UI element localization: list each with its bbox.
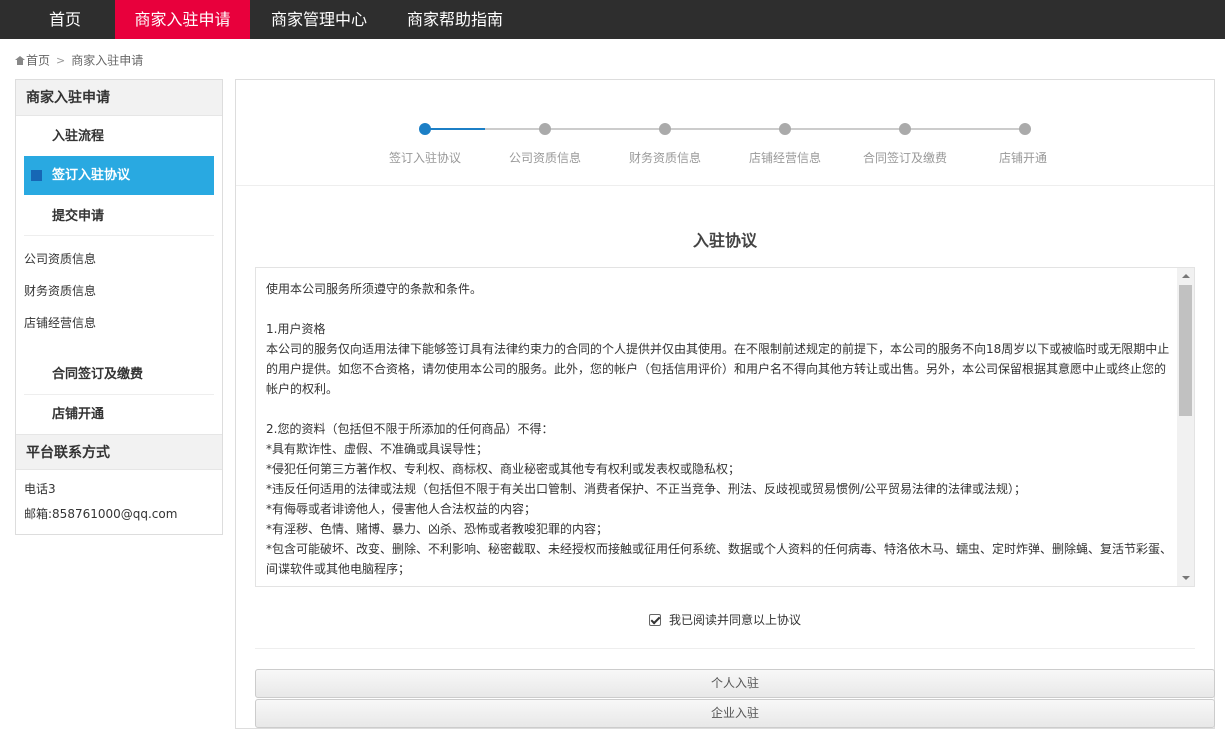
progress-dot-3 <box>659 123 671 135</box>
progress-dot-2 <box>539 123 551 135</box>
sidebar-item-finance-info[interactable]: 财务资质信息 <box>24 282 96 299</box>
agreement-paragraph: *有侮辱或者诽谤他人，侵害他人合法权益的内容； <box>266 502 537 516</box>
progress-label-2: 公司资质信息 <box>508 151 581 165</box>
progress-dot-1 <box>419 123 431 135</box>
contact-phone: 电话3 <box>24 482 56 496</box>
sidebar-section-title: 商家入驻申请 <box>16 80 222 116</box>
sidebar-divider <box>24 235 214 236</box>
progress-steps: 签订入驻协议 公司资质信息 财务资质信息 店铺经营信息 合同签订及缴费 店铺开通 <box>236 80 1214 186</box>
sidebar-step-label: 提交申请 <box>52 209 105 224</box>
progress-dot-4 <box>779 123 791 135</box>
progress-dot-5 <box>899 123 911 135</box>
agreement-blank-line <box>266 399 1172 419</box>
sidebar-step-submit[interactable]: 提交申请 <box>24 197 214 236</box>
nav-item-help-guide[interactable]: 商家帮助指南 <box>393 0 517 39</box>
breadcrumb-current: 商家入驻申请 <box>71 53 144 68</box>
agreement-scrollbar[interactable] <box>1177 268 1194 586</box>
personal-join-button[interactable]: 个人入驻 <box>255 669 1215 698</box>
sidebar-step-label: 店铺开通 <box>52 407 105 422</box>
agree-checkbox[interactable] <box>648 613 661 626</box>
sidebar-step-sign-agreement[interactable]: 签订入驻协议 <box>24 156 214 195</box>
contact-email: 邮箱:858761000@qq.com <box>24 507 178 521</box>
progress-dot-6 <box>1019 123 1031 135</box>
scroll-thumb[interactable] <box>1179 285 1192 416</box>
scroll-down-arrow-icon[interactable] <box>1182 576 1190 580</box>
progress-label-6: 店铺开通 <box>998 151 1047 165</box>
agreement-paragraph: 1.用户资格 <box>266 322 326 336</box>
progress-label-5: 合同签订及缴费 <box>862 151 947 165</box>
breadcrumb: 首页 > 商家入驻申请 <box>15 51 143 69</box>
agree-row: 我已阅读并同意以上协议 <box>236 611 1214 628</box>
sidebar-step-label: 入驻流程 <box>52 129 105 144</box>
agreement-paragraph: 本公司的服务仅向适用法律下能够签订具有法律约束力的合同的个人提供并仅由其使用。在… <box>266 342 1170 396</box>
agreement-paragraph: *有淫秽、色情、赌博、暴力、凶杀、恐怖或者教唆犯罪的内容； <box>266 522 609 536</box>
sidebar-step-label: 签订入驻协议 <box>52 168 131 183</box>
top-nav: 首页 商家入驻申请 商家管理中心 商家帮助指南 <box>0 0 1225 39</box>
breadcrumb-home[interactable]: 首页 <box>26 54 50 68</box>
progress-label-3: 财务资质信息 <box>628 151 701 165</box>
agreement-paragraph: *包含可能破坏、改变、删除、不利影响、秘密截取、未经授权而接触或征用任何系统、数… <box>266 542 1173 576</box>
agreement-paragraph: 使用本公司服务所须遵守的条款和条件。 <box>266 282 483 296</box>
progress-label-1: 签订入驻协议 <box>388 151 461 165</box>
agreement-blank-line <box>266 299 1172 319</box>
sidebar-step-store-open[interactable]: 店铺开通 <box>24 395 214 434</box>
sidebar-item-store-info[interactable]: 店铺经营信息 <box>24 314 96 331</box>
scroll-up-arrow-icon[interactable] <box>1182 274 1190 278</box>
contact-title: 平台联系方式 <box>16 434 222 470</box>
agreement-paragraph: 2.您的资料（包括但不限于所添加的任何商品）不得： <box>266 422 554 436</box>
sidebar-step-label: 合同签订及缴费 <box>52 367 144 382</box>
sidebar-step-process[interactable]: 入驻流程 <box>24 117 214 156</box>
nav-item-merchant-apply[interactable]: 商家入驻申请 <box>115 0 250 39</box>
progress-line <box>485 128 1025 130</box>
agreement-paragraph: *违反任何适用的法律或法规（包括但不限于有关出口管制、消费者保护、不正当竞争、刑… <box>266 482 1027 496</box>
agreement-paragraph: *具有欺诈性、虚假、不准确或具误导性； <box>266 442 489 456</box>
agreement-title: 入驻协议 <box>692 231 757 250</box>
agreement-paragraph: *侵犯任何第三方著作权、专利权、商标权、商业秘密或其他专有权利或发表权或隐私权； <box>266 462 741 476</box>
sidebar-item-company-info[interactable]: 公司资质信息 <box>24 250 96 267</box>
chevron-right-icon: > <box>56 53 66 67</box>
agree-label[interactable]: 我已阅读并同意以上协议 <box>669 613 801 627</box>
sidebar-step-contract[interactable]: 合同签订及缴费 <box>24 355 214 394</box>
progress-label-4: 店铺经营信息 <box>748 151 821 165</box>
sidebar: 商家入驻申请 入驻流程 签订入驻协议 提交申请 公司资质信息 财务资质信息 店铺… <box>15 79 223 535</box>
agreement-content: 使用本公司服务所须遵守的条款和条件。 1.用户资格 本公司的服务仅向适用法律下能… <box>266 279 1172 579</box>
enterprise-join-button[interactable]: 企业入驻 <box>255 699 1215 728</box>
nav-item-merchant-center[interactable]: 商家管理中心 <box>257 0 381 39</box>
progress-line-done <box>425 128 485 130</box>
square-icon <box>31 170 42 181</box>
main-panel: 签订入驻协议 公司资质信息 财务资质信息 店铺经营信息 合同签订及缴费 店铺开通… <box>235 79 1215 729</box>
home-icon <box>15 56 25 65</box>
nav-item-home[interactable]: 首页 <box>30 0 100 39</box>
divider <box>255 648 1195 649</box>
agreement-textbox[interactable]: 使用本公司服务所须遵守的条款和条件。 1.用户资格 本公司的服务仅向适用法律下能… <box>255 267 1195 587</box>
